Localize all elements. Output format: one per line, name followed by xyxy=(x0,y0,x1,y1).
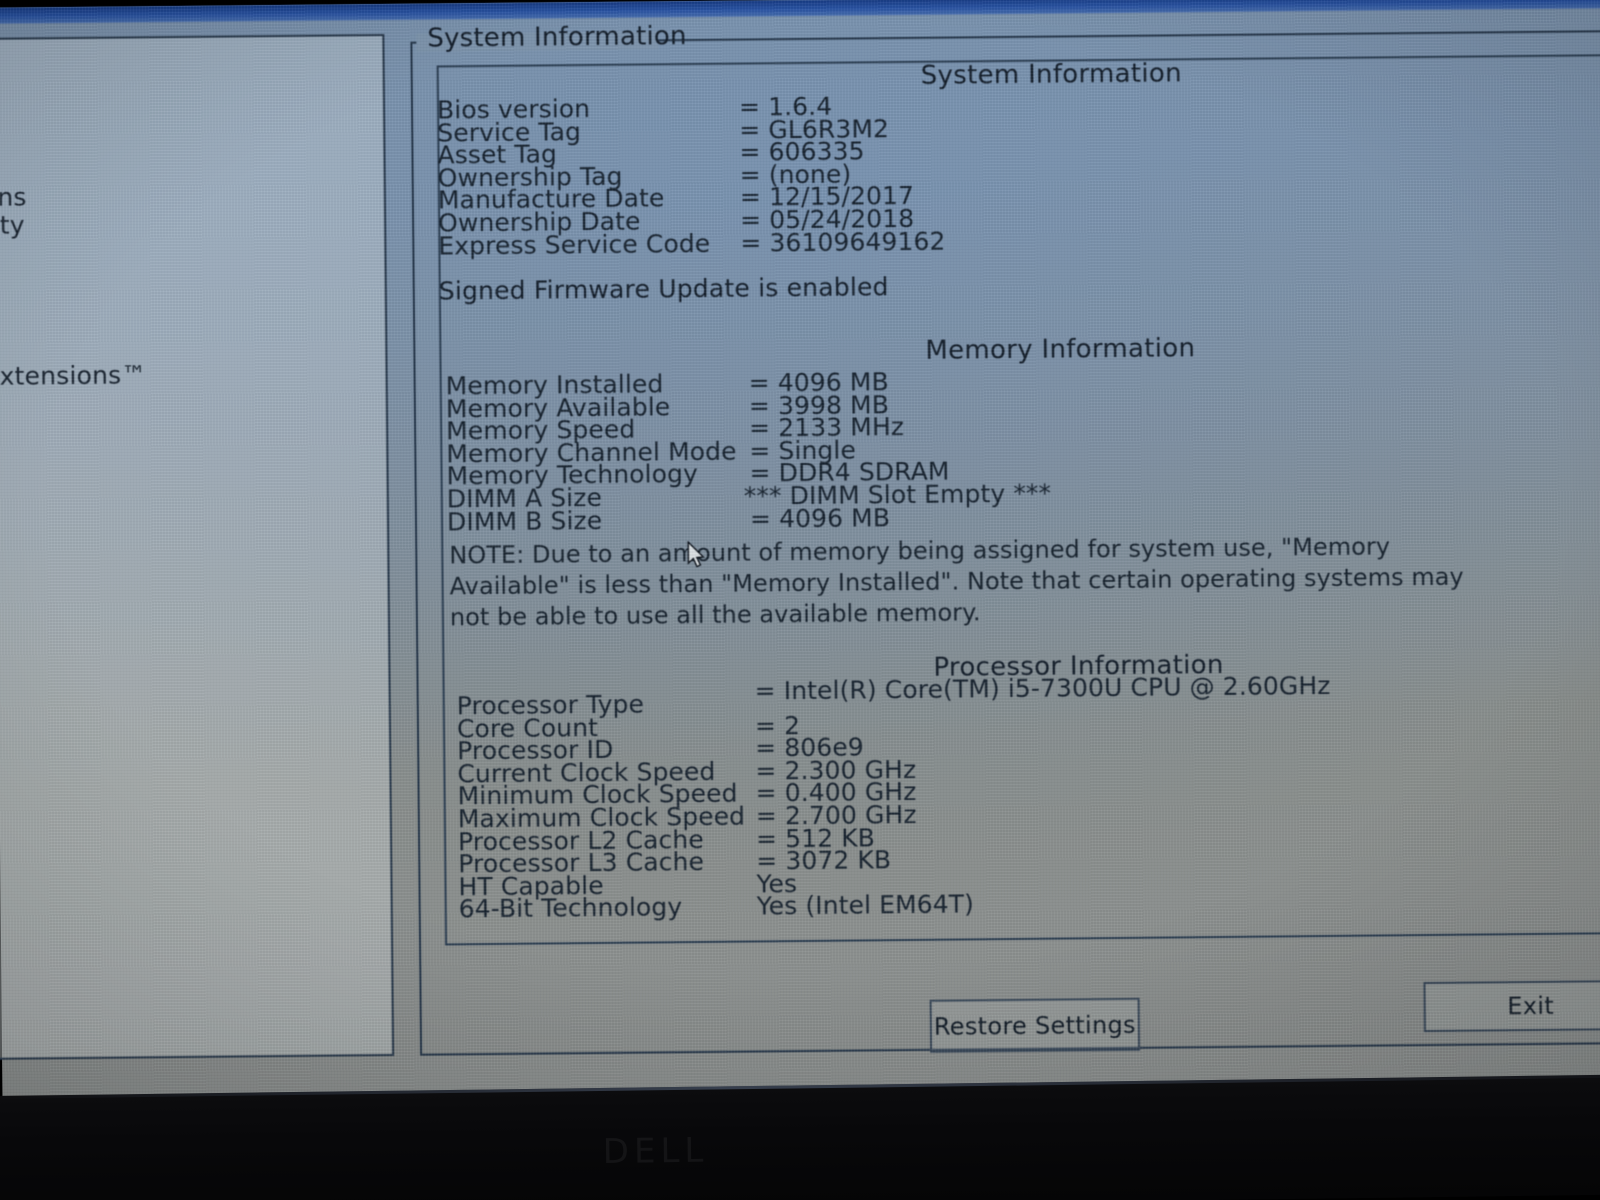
section-title-memory: Memory Information xyxy=(925,333,1196,366)
sidebar-item-0[interactable]: ons xyxy=(0,182,222,211)
row-value: = Intel(R) Core(TM) i5-7300U CPU @ 2.60G… xyxy=(754,670,1331,706)
sidebar-item-label: Extensions™ xyxy=(0,360,147,391)
exit-button[interactable]: Exit xyxy=(1423,980,1600,1033)
sidebar-menu: ons rity Extensions™ xyxy=(0,182,224,391)
laptop-bezel: DELL xyxy=(0,1074,1600,1200)
row-key: Express Service Code xyxy=(438,228,711,261)
lcd-panel: ons rity Extensions™ System Information … xyxy=(0,0,1600,1116)
sidebar-item-label: ons xyxy=(0,182,27,212)
row-key: DIMM B Size xyxy=(446,505,603,536)
row-value: = 4096 MB xyxy=(749,502,891,534)
row-value: Yes (Intel EM64T) xyxy=(756,889,975,921)
bios-setup-screenshot: ons rity Extensions™ System Information … xyxy=(0,0,1600,1200)
memory-note: NOTE: Due to an amount of memory being a… xyxy=(449,532,1464,632)
section-title-system: System Information xyxy=(920,58,1182,91)
sidebar-item-label: rity xyxy=(0,210,25,240)
dell-logo: DELL xyxy=(602,1130,709,1172)
row-value: = 36109649162 xyxy=(740,226,946,258)
desktop-top-band xyxy=(0,0,1600,24)
restore-settings-button[interactable]: Restore Settings xyxy=(929,997,1141,1053)
row-key: 64-Bit Technology xyxy=(458,892,683,924)
groupbox-legend: System Information xyxy=(427,21,687,54)
signed-firmware-status: Signed Firmware Update is enabled xyxy=(438,272,889,306)
sidebar-item-2[interactable]: Extensions™ xyxy=(0,360,224,391)
sidebar-item-1[interactable]: rity xyxy=(0,210,222,239)
